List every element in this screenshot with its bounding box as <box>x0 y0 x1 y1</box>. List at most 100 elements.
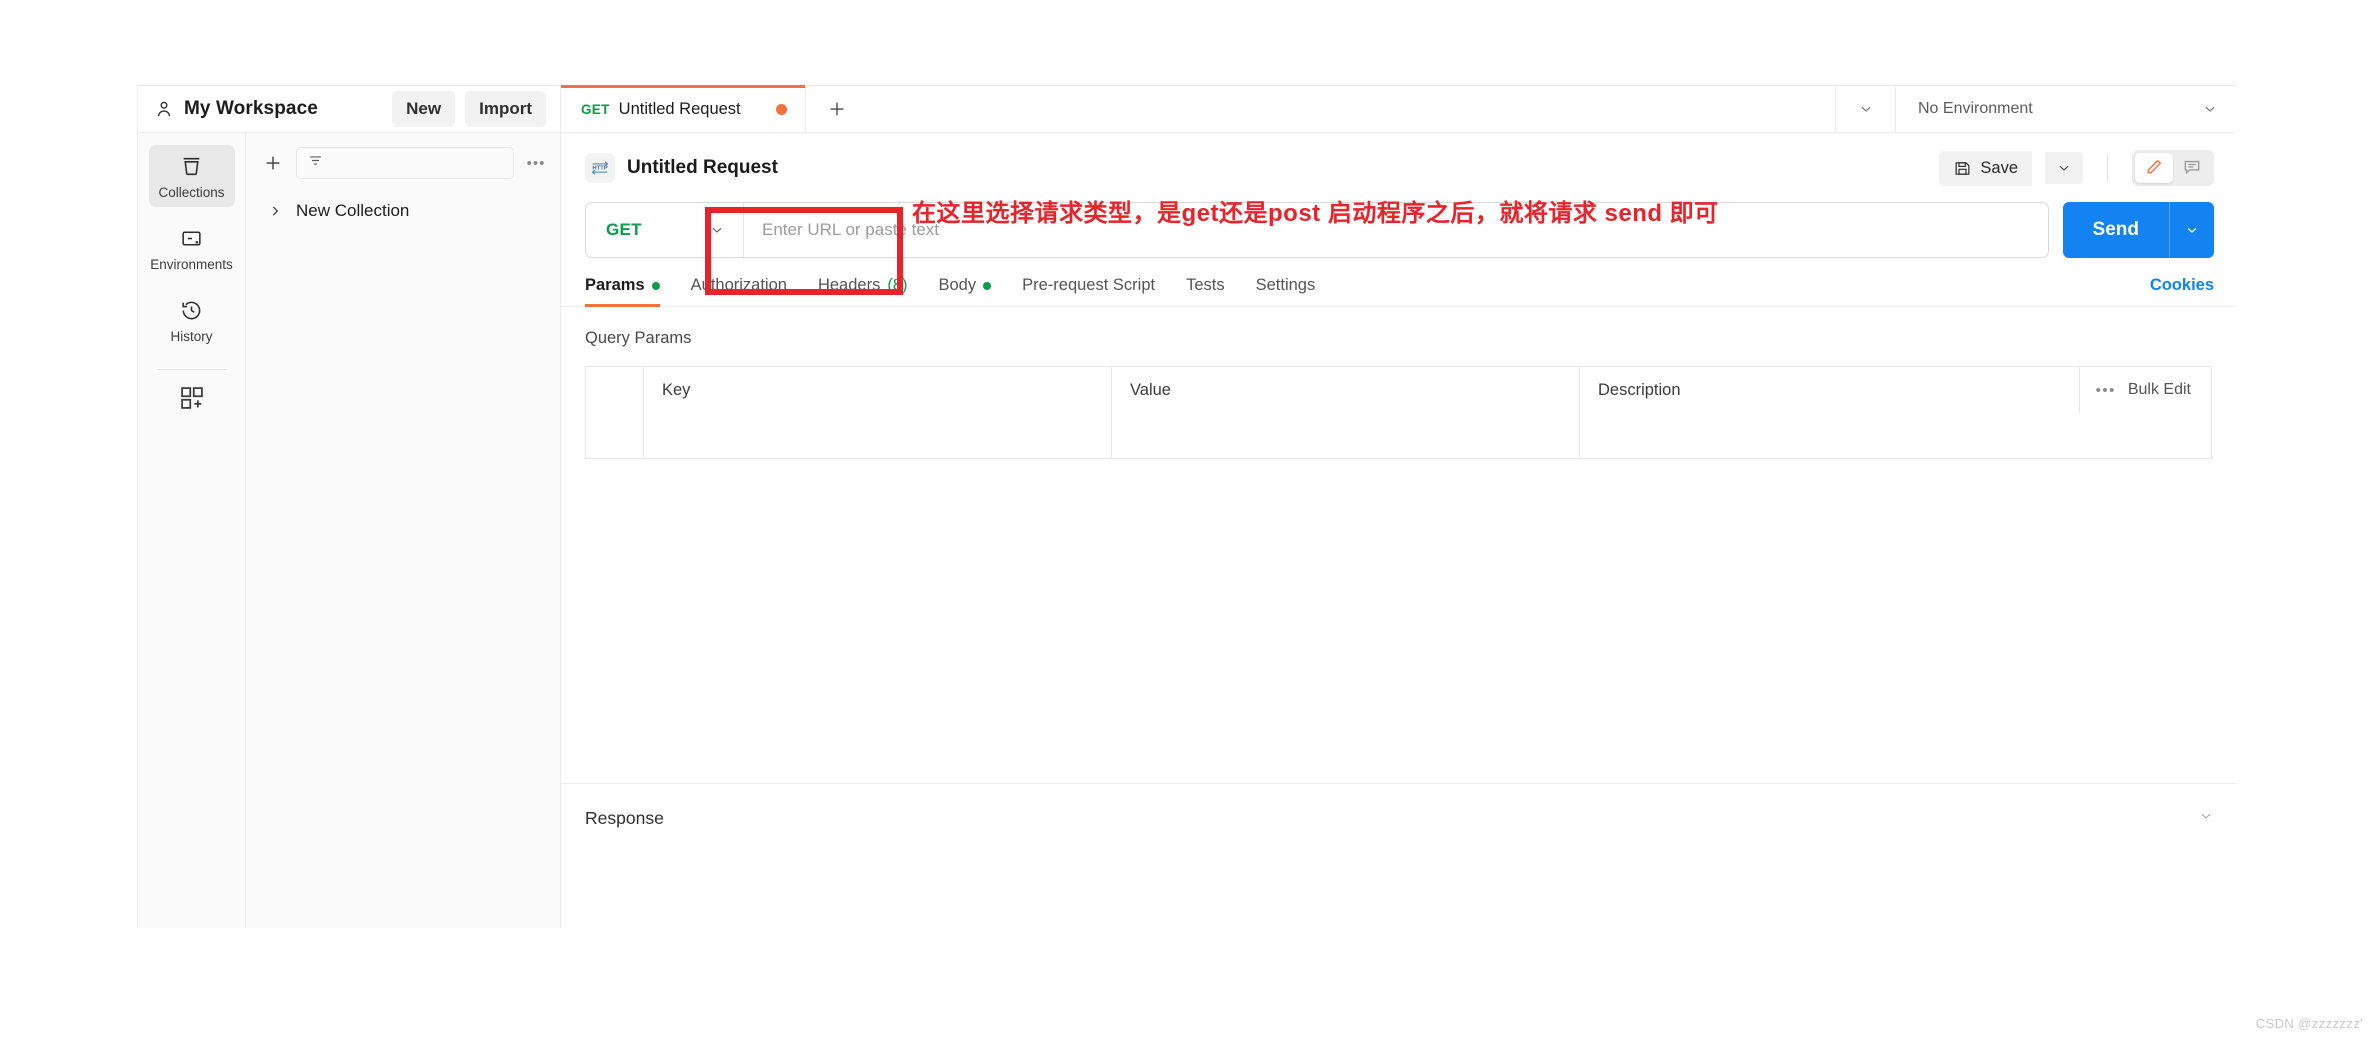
sidebar-divider <box>156 369 227 370</box>
workspace-name: My Workspace <box>184 98 318 119</box>
unsaved-dot <box>776 103 787 115</box>
tab-label: Pre-request Script <box>1022 276 1156 294</box>
chevron-down-icon <box>2056 160 2072 176</box>
chevron-down-icon <box>709 222 725 238</box>
environments-icon <box>179 226 204 251</box>
tab-headers[interactable]: Headers (8) <box>818 276 925 306</box>
chevron-down-icon <box>2184 222 2200 238</box>
ellipsis-icon[interactable]: ••• <box>2096 382 2116 399</box>
top-bar: My Workspace New Import GET Untitled Req… <box>138 85 2236 133</box>
save-button[interactable]: Save <box>1939 150 2032 186</box>
annotation-text: 在这里选择请求类型，是get还是post 启动程序之后，就将请求 send 即可 <box>912 200 1719 227</box>
tab-tests[interactable]: Tests <box>1186 276 1242 306</box>
tab-settings[interactable]: Settings <box>1256 276 1333 306</box>
request-pane: HTTP Untitled Request Save GET Enter URL… <box>561 133 2236 928</box>
tab-pre-request-script[interactable]: Pre-request Script <box>1022 276 1172 306</box>
table-row[interactable] <box>586 413 2211 459</box>
tab-authorization[interactable]: Authorization <box>691 276 804 306</box>
chevron-right-icon[interactable] <box>268 204 282 218</box>
request-header: HTTP Untitled Request Save <box>561 133 2236 186</box>
history-icon <box>179 298 204 323</box>
sidebar-item-collections[interactable]: Collections <box>148 145 235 207</box>
method-selector[interactable]: GET <box>586 203 744 257</box>
table-header-description: Description <box>1580 367 2080 413</box>
method-value: GET <box>606 220 642 239</box>
request-tab-untitled[interactable]: GET Untitled Request <box>561 85 806 132</box>
tab-body[interactable]: Body <box>939 276 1009 306</box>
chevron-down-icon <box>2202 101 2218 117</box>
person-icon <box>154 99 174 119</box>
floppy-disk-icon <box>1953 159 1972 178</box>
table-header-actions: ••• Bulk Edit <box>2080 367 2211 413</box>
tab-params[interactable]: Params <box>585 276 677 307</box>
cookies-link[interactable]: Cookies <box>2150 276 2214 306</box>
pencil-icon <box>2144 157 2164 180</box>
table-header-key: Key <box>644 367 1112 413</box>
sidebar-label-environments: Environments <box>150 257 233 272</box>
request-pane-filler <box>561 459 2236 783</box>
tab-label: Body <box>938 276 977 294</box>
csdn-watermark: CSDN @zzzzzzz' <box>2255 1016 2363 1031</box>
sidebar-rail: Collections Environments History <box>138 133 246 928</box>
send-button[interactable]: Send <box>2062 202 2169 258</box>
params-modified-dot <box>651 281 660 290</box>
table-header-value: Value <box>1112 367 1580 413</box>
svg-text:HTTP: HTTP <box>592 165 607 171</box>
view-toggle-group <box>2132 150 2214 186</box>
sidebar-item-environments[interactable]: Environments <box>149 217 235 279</box>
new-button[interactable]: New <box>392 91 456 127</box>
tab-label: Tests <box>1186 276 1225 294</box>
new-tab-zone[interactable] <box>806 86 1836 133</box>
edit-mode-button[interactable] <box>2135 153 2173 183</box>
response-section: Response <box>561 783 2236 928</box>
plus-icon[interactable] <box>262 152 284 174</box>
collection-name: New Collection <box>296 201 410 220</box>
comment-icon <box>2182 157 2202 180</box>
save-options-button[interactable] <box>2045 152 2083 184</box>
headers-count: (8) <box>887 276 908 294</box>
environment-value: No Environment <box>1918 100 2033 117</box>
chevron-down-icon[interactable] <box>2198 808 2214 824</box>
environment-selector[interactable]: No Environment <box>1896 86 2236 132</box>
tab-strip: GET Untitled Request <box>561 85 1896 133</box>
collection-row-new-collection[interactable]: New Collection <box>268 201 560 221</box>
response-title: Response <box>585 808 664 828</box>
tab-label: Headers <box>817 276 881 294</box>
request-tab-method: GET <box>581 101 610 117</box>
collections-toolbar: ••• <box>246 147 560 179</box>
tab-label: Authorization <box>690 276 787 294</box>
row-key-cell[interactable] <box>644 413 1112 458</box>
sidebar-item-history[interactable]: History <box>149 289 235 351</box>
body-modified-dot <box>983 281 992 290</box>
app-body: Collections Environments History ••• New… <box>138 133 2236 928</box>
table-header-row: Key Value Description ••• Bulk Edit <box>586 367 2211 413</box>
row-checkbox-cell[interactable] <box>586 413 644 458</box>
row-description-cell[interactable] <box>1580 413 2211 458</box>
sidebar-label-history: History <box>170 329 213 344</box>
request-title: Untitled Request <box>627 157 778 178</box>
request-tabs: Params Authorization Headers (8) Body Pr… <box>561 258 2236 307</box>
tab-label: Params <box>585 276 645 294</box>
tab-label: Settings <box>1255 276 1316 294</box>
filter-icon <box>307 152 324 174</box>
sidebar-label-collections: Collections <box>158 185 225 200</box>
save-label: Save <box>1980 158 2018 177</box>
send-options-button[interactable] <box>2169 202 2214 258</box>
comment-mode-button[interactable] <box>2173 153 2211 183</box>
collections-icon <box>179 154 204 179</box>
ellipsis-icon[interactable]: ••• <box>526 155 546 172</box>
add-panel-icon[interactable] <box>178 384 206 412</box>
row-value-cell[interactable] <box>1112 413 1580 458</box>
chevron-down-icon <box>1858 101 1874 117</box>
plus-icon[interactable] <box>826 98 848 120</box>
request-tab-title: Untitled Request <box>618 99 741 118</box>
collections-panel: ••• New Collection <box>246 133 561 928</box>
workspace-zone: My Workspace New Import <box>138 86 561 132</box>
tab-list-button[interactable] <box>1836 86 1896 133</box>
table-header-checkbox-cell <box>586 367 644 413</box>
collections-filter-input[interactable] <box>296 147 514 179</box>
query-params-title: Query Params <box>585 329 692 347</box>
bulk-edit-button[interactable]: Bulk Edit <box>2128 381 2191 399</box>
divider <box>2107 154 2108 182</box>
import-button[interactable]: Import <box>465 91 546 127</box>
